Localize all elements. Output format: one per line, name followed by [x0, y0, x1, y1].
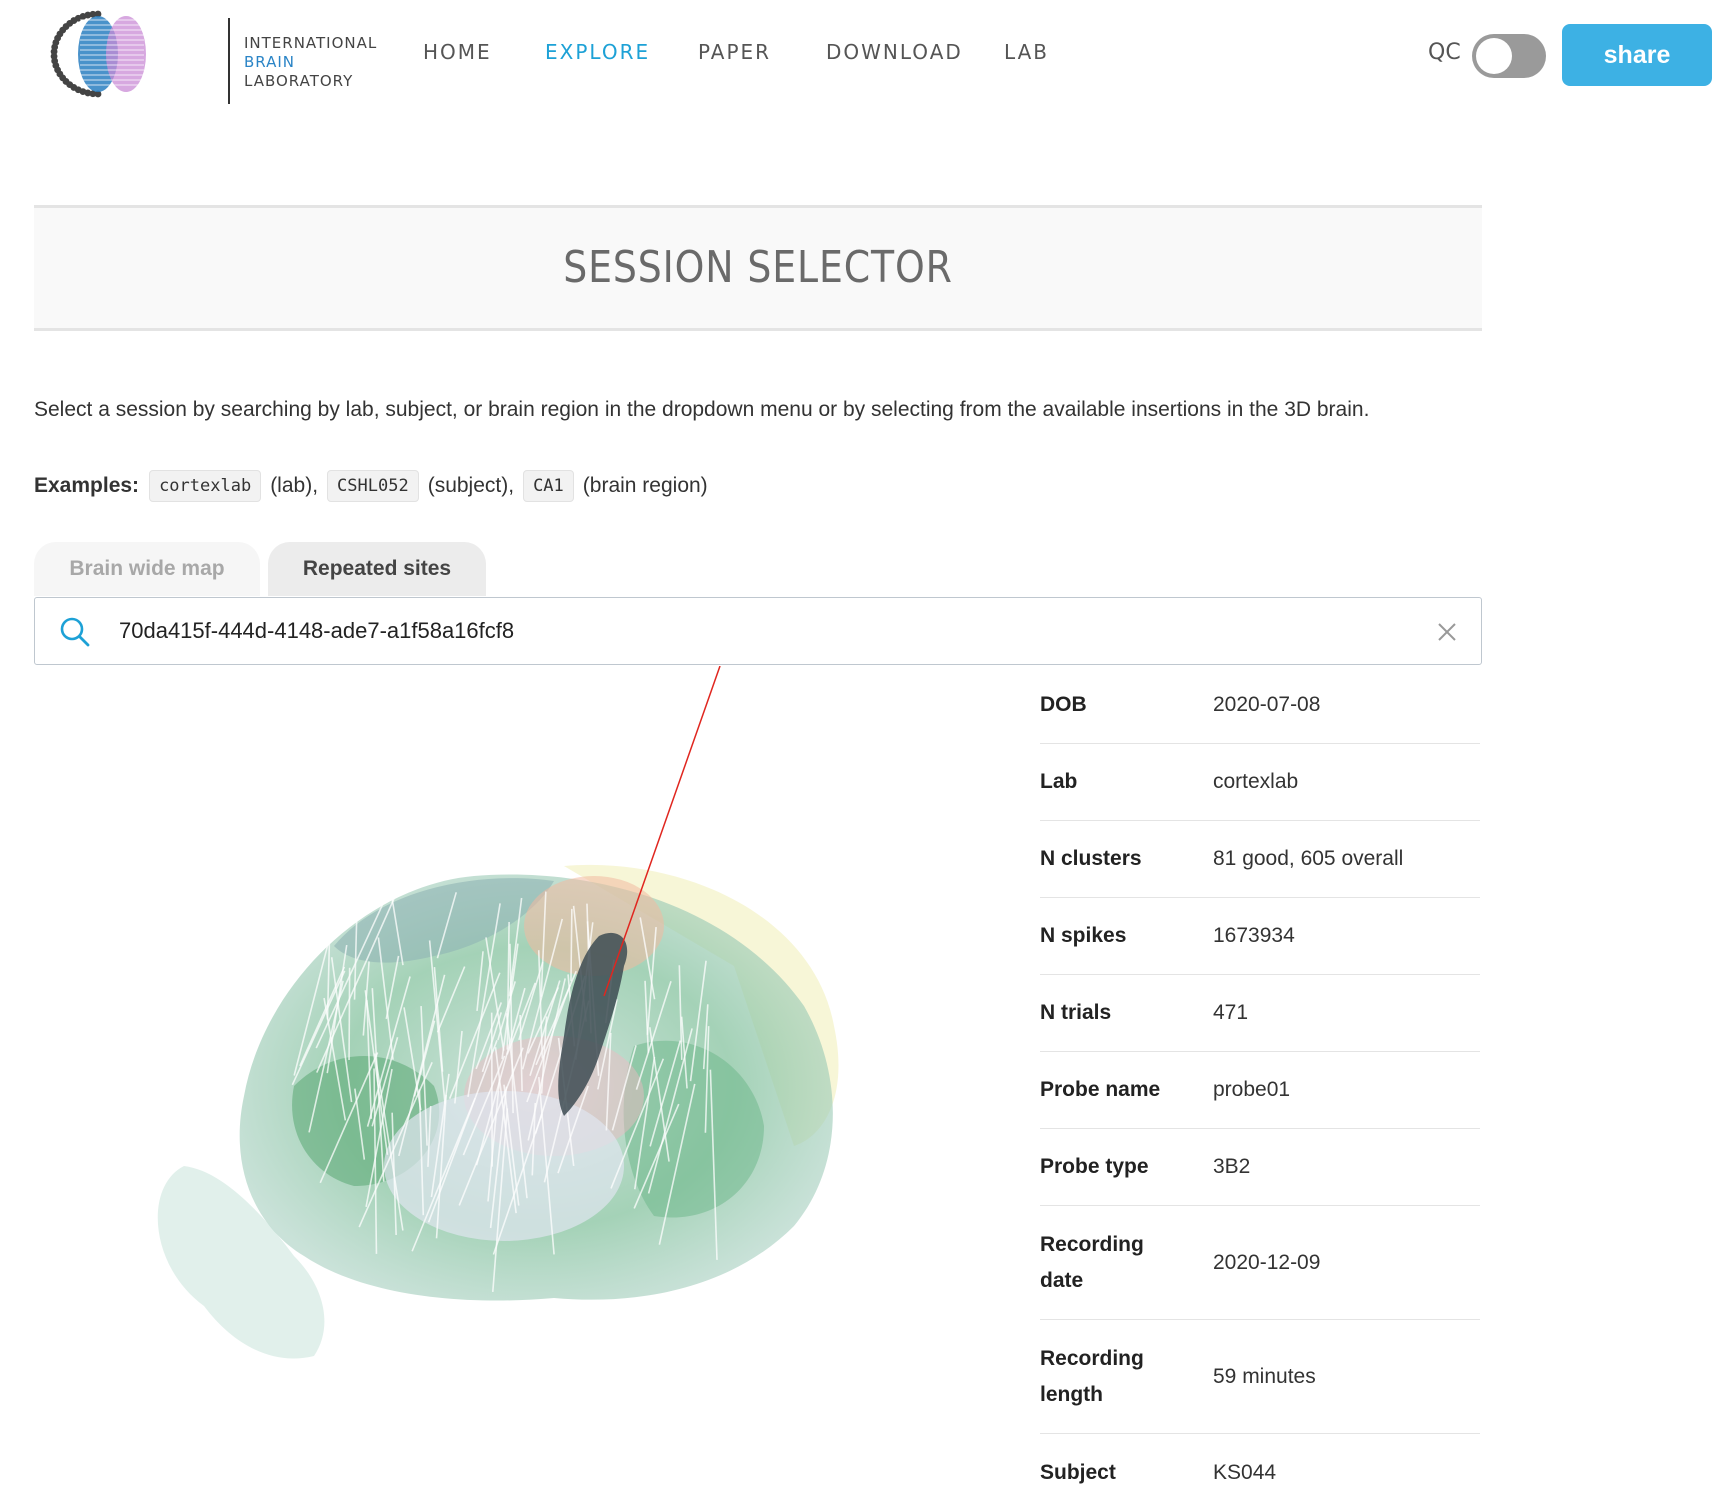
logo-line-2: BRAIN — [244, 53, 296, 71]
info-value: 2020-07-08 — [1213, 692, 1321, 716]
info-key: Recording date — [1040, 1232, 1144, 1292]
examples-label: Examples: — [34, 474, 140, 497]
example-note-subject: (subject), — [427, 474, 515, 497]
info-key: N clusters — [1040, 847, 1142, 870]
info-key: DOB — [1040, 692, 1087, 716]
tab-repeated-sites[interactable]: Repeated sites — [268, 542, 486, 596]
info-value: KS044 — [1213, 1460, 1277, 1484]
info-row-probe-name: Probe name probe01 — [1040, 1052, 1480, 1129]
session-search — [34, 597, 1482, 665]
qc-toggle-knob — [1476, 38, 1512, 74]
close-icon[interactable] — [1435, 620, 1459, 644]
info-row-dob: DOB 2020-07-08 — [1040, 666, 1480, 744]
brain-3d-view[interactable] — [34, 665, 994, 1501]
insertion-line[interactable] — [348, 967, 351, 1061]
logo-line-3: LABORATORY — [244, 72, 354, 90]
session-info-table: DOB 2020-07-08 Lab cortexlab N clusters … — [1040, 666, 1480, 1501]
nav-download[interactable]: DOWNLOAD — [826, 40, 963, 64]
example-code-lab[interactable]: cortexlab — [149, 470, 262, 502]
info-row-n-trials: N trials 471 — [1040, 975, 1480, 1052]
info-key: N spikes — [1040, 924, 1127, 947]
info-row-recording-length: Recording length 59 minutes — [1040, 1320, 1480, 1434]
info-key: Probe type — [1040, 1155, 1149, 1178]
info-value: 59 minutes — [1213, 1364, 1316, 1388]
example-note-lab: (lab), — [270, 474, 319, 497]
ibl-logo[interactable]: INTERNATIONAL BRAIN LABORATORY — [48, 8, 376, 104]
info-key: Recording length — [1040, 1346, 1144, 1406]
info-key: N trials — [1040, 1001, 1112, 1024]
nav-explore[interactable]: EXPLORE — [545, 40, 650, 64]
info-value: 2020-12-09 — [1213, 1250, 1321, 1274]
tab-brain-wide-map[interactable]: Brain wide map — [34, 542, 260, 596]
share-button[interactable]: share — [1562, 24, 1712, 86]
info-value: 471 — [1213, 1001, 1249, 1024]
nav-lab[interactable]: LAB — [1004, 40, 1049, 64]
example-code-subject[interactable]: CSHL052 — [327, 470, 419, 502]
brain-3d-render[interactable] — [34, 665, 994, 1501]
info-row-lab: Lab cortexlab — [1040, 744, 1480, 821]
example-code-region[interactable]: CA1 — [523, 470, 574, 502]
info-key: Probe name — [1040, 1078, 1161, 1101]
info-value: cortexlab — [1213, 770, 1299, 793]
search-icon — [60, 617, 90, 647]
ibl-logo-mark — [50, 10, 146, 98]
info-value: 1673934 — [1213, 924, 1295, 947]
qc-toggle[interactable] — [1472, 34, 1546, 78]
title-banner: SESSION SELECTOR — [34, 205, 1482, 331]
info-key: Subject — [1040, 1460, 1116, 1484]
search-input[interactable] — [119, 608, 1419, 654]
info-value: probe01 — [1213, 1078, 1291, 1101]
info-value: 81 good, 605 overall — [1213, 847, 1404, 870]
info-row-n-clusters: N clusters 81 good, 605 overall — [1040, 821, 1480, 898]
page-title: SESSION SELECTOR — [563, 242, 953, 293]
info-row-probe-type: Probe type 3B2 — [1040, 1129, 1480, 1206]
page-description: Select a session by searching by lab, su… — [34, 398, 1370, 421]
logo-wordmark: INTERNATIONAL BRAIN LABORATORY — [244, 34, 377, 91]
nav-home[interactable]: HOME — [423, 40, 492, 64]
logo-line-1: INTERNATIONAL — [244, 34, 378, 52]
info-row-n-spikes: N spikes 1673934 — [1040, 898, 1480, 975]
site-header: INTERNATIONAL BRAIN LABORATORY HOME EXPL… — [0, 0, 1714, 110]
info-row-recording-date: Recording date 2020-12-09 — [1040, 1206, 1480, 1320]
logo-divider — [228, 18, 230, 104]
example-note-region: (brain region) — [582, 474, 708, 497]
info-row-subject: Subject KS044 — [1040, 1434, 1480, 1501]
info-value: 3B2 — [1213, 1155, 1251, 1178]
info-key: Lab — [1040, 770, 1078, 793]
nav-paper[interactable]: PAPER — [698, 40, 771, 64]
examples-line: Examples: cortexlab (lab), CSHL052 (subj… — [34, 470, 717, 502]
qc-label: QC — [1428, 40, 1461, 65]
insertion-line[interactable] — [570, 908, 573, 982]
